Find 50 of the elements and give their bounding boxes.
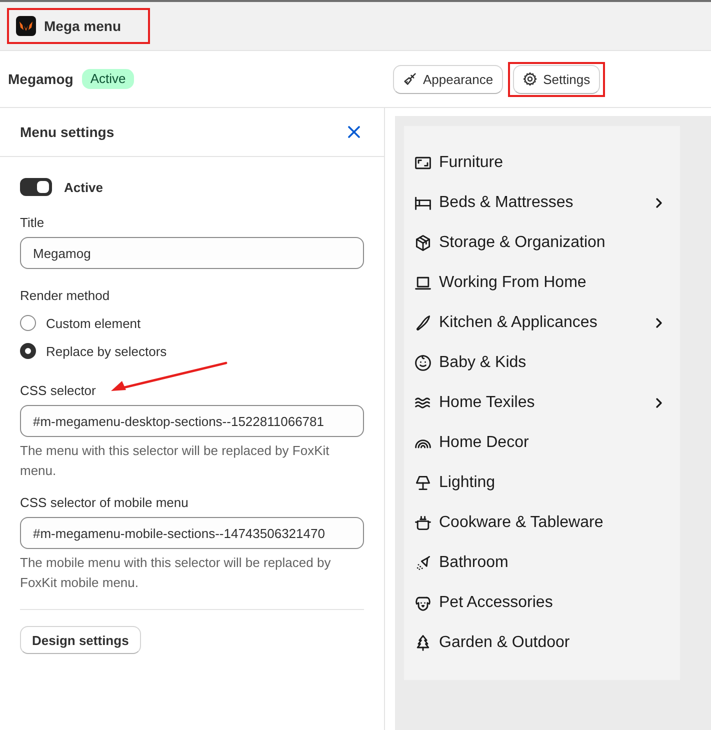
menu-item[interactable]: Furniture (414, 143, 662, 183)
field-label: CSS selector (20, 383, 96, 398)
frame-icon (414, 154, 432, 172)
status-badge: Active (82, 69, 134, 89)
settings-button[interactable]: Settings (513, 64, 600, 94)
baby-face-icon (414, 354, 432, 372)
design-settings-button[interactable]: Design settings (20, 626, 141, 654)
appearance-button[interactable]: Appearance (393, 64, 504, 94)
app-title: Mega menu (44, 18, 122, 34)
menu-item[interactable]: Garden & Outdoor (414, 623, 662, 663)
knife-icon (414, 314, 432, 332)
field-label: Title (20, 214, 44, 232)
menu-item[interactable]: Pet Accessories (414, 583, 662, 623)
bed-icon (414, 194, 432, 212)
selector-input[interactable]: #m-megamenu-desktop-sections--1522811066781 (20, 405, 364, 437)
field-label: CSS selector of mobile menu (20, 495, 188, 510)
tree-icon (414, 634, 432, 652)
brush-icon (402, 71, 418, 87)
selector-input[interactable]: #m-megamenu-mobile-sections--14743506321470 (20, 517, 364, 549)
pot-icon (414, 514, 432, 532)
panel-title: Menu settings (20, 124, 114, 140)
menu-item[interactable]: Beds & Mattresses (414, 183, 662, 223)
radio-label[interactable]: Custom element (46, 316, 141, 330)
shower-icon (414, 554, 432, 572)
menu-item[interactable]: Baby & Kids (414, 343, 662, 383)
menu-item[interactable]: Storage & Organization (414, 223, 662, 263)
laptop-icon (414, 274, 432, 292)
menu-item[interactable]: Cookware & Tableware (414, 503, 662, 543)
close-icon[interactable] (348, 126, 360, 138)
menu-item[interactable]: Home Texiles (414, 383, 662, 423)
radio-button[interactable] (20, 343, 36, 359)
help-text: The menu with this selector will be replaced by FoxKit menu. (20, 442, 330, 480)
menu-item[interactable]: Working From Home (414, 263, 662, 303)
radio-label[interactable]: Replace by selectors (46, 344, 167, 358)
box-icon (414, 234, 432, 252)
active-toggle[interactable] (20, 178, 52, 196)
field-label: Render method (20, 287, 110, 305)
toggle-label: Active (64, 180, 104, 194)
menu-item[interactable]: Bathroom (414, 543, 662, 583)
dog-icon (414, 594, 432, 612)
app-logo-icon (16, 16, 36, 36)
title-input[interactable]: Megamog (20, 237, 364, 269)
menu-item[interactable]: Home Decor (414, 423, 662, 463)
lamp-icon (414, 474, 432, 492)
gear-icon (522, 71, 538, 87)
help-text: The mobile menu with this selector will be replaced by FoxKit mobile menu. (20, 554, 332, 592)
menu-item[interactable]: Kitchen & Applicances (414, 303, 662, 343)
page-title: Megamog (8, 71, 74, 87)
menu-item[interactable]: Lighting (414, 463, 662, 503)
radio-button[interactable] (20, 315, 36, 331)
